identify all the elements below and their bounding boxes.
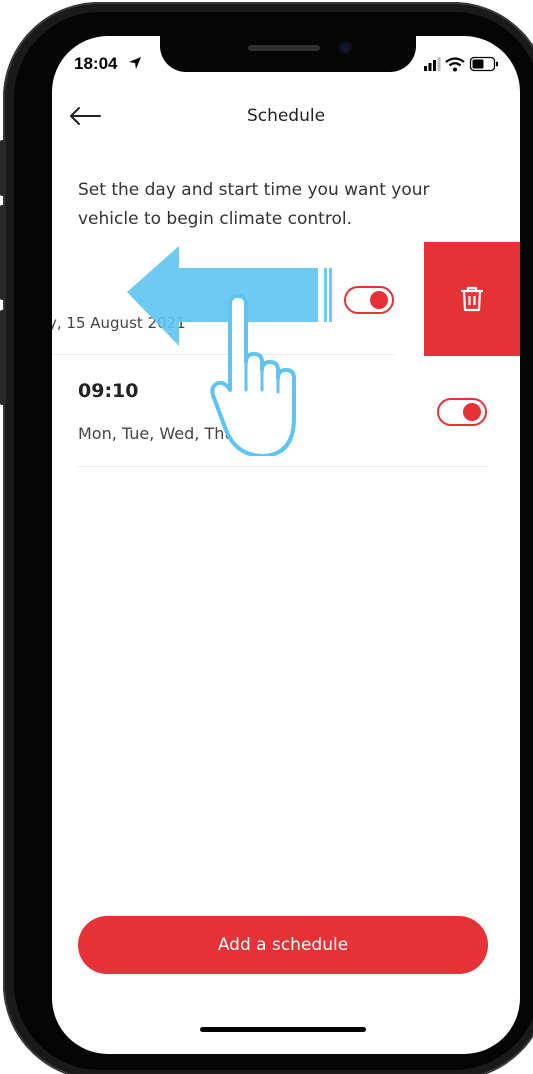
row-divider — [78, 466, 488, 467]
wifi-icon — [445, 57, 465, 72]
schedule-days: Mon, Tue, Wed, Thu, Fri — [78, 424, 264, 443]
battery-icon — [469, 56, 498, 72]
phone-mockup: 18:04 Schedule Set the day and start tim… — [0, 0, 533, 1074]
notch — [160, 36, 416, 72]
page-description: Set the day and start time you want your… — [78, 180, 430, 229]
volume-down-button — [0, 310, 6, 405]
row-divider — [52, 354, 394, 355]
front-camera — [339, 41, 352, 54]
schedule-row[interactable]: 09:10 Mon, Tue, Wed, Thu, Fri — [52, 366, 520, 470]
schedule-time: 09:10 — [78, 380, 139, 402]
add-schedule-button[interactable]: Add a schedule — [78, 916, 488, 974]
speaker — [248, 45, 320, 51]
mute-switch — [0, 140, 6, 196]
schedule-toggle[interactable] — [437, 398, 487, 426]
home-indicator — [200, 1027, 366, 1032]
signal-icon — [424, 57, 441, 71]
schedule-toggle[interactable] — [344, 286, 394, 314]
status-icons — [424, 56, 498, 72]
status-time: 18:04 — [74, 54, 118, 73]
delete-schedule-button[interactable] — [424, 242, 520, 356]
trash-icon — [461, 286, 483, 312]
app-screen: 18:04 Schedule Set the day and start tim… — [52, 36, 520, 1054]
schedule-date: y, 15 August 2021 — [52, 314, 186, 332]
volume-up-button — [0, 205, 6, 300]
location-arrow-icon — [129, 57, 141, 69]
schedule-row-swiped[interactable]: y, 15 August 2021 — [52, 242, 520, 356]
page-title: Schedule — [246, 106, 326, 126]
